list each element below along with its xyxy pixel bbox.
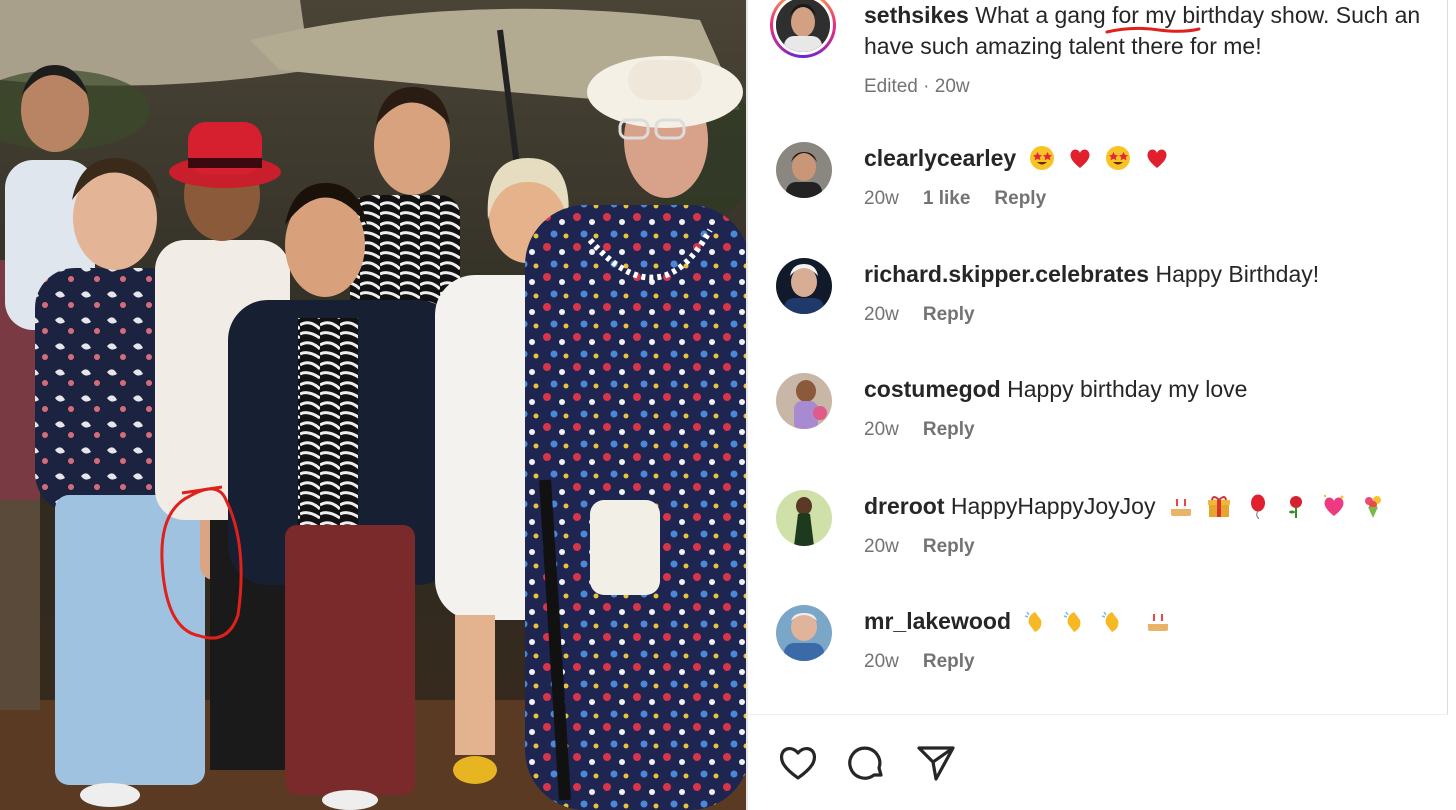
comment-username[interactable]: mr_lakewood xyxy=(864,608,1011,634)
birthday-cake-emoji xyxy=(1147,614,1168,631)
comment-item: dreroot HappyHappyJoyJoy 20w Reply xyxy=(776,490,1436,570)
comment-username[interactable]: dreroot xyxy=(864,493,945,519)
caption-time: 20w xyxy=(934,76,970,97)
comment-username[interactable]: richard.skipper.celebrates xyxy=(864,261,1149,287)
comment-time: 20w xyxy=(864,188,899,209)
sparkling-heart-emoji xyxy=(1324,494,1344,516)
commenter-avatar-image xyxy=(776,258,832,314)
party-group-photo xyxy=(0,0,746,810)
author-avatar-image xyxy=(776,0,830,52)
comment-text: Happy birthday my love xyxy=(1007,376,1248,402)
caption-author-username[interactable]: sethsikes xyxy=(864,2,969,28)
comments-panel: sethsikes What a gang for my birthday sh… xyxy=(748,0,1456,810)
reply-button[interactable]: Reply xyxy=(994,188,1046,209)
red-heart-emoji xyxy=(1147,149,1167,168)
author-avatar[interactable] xyxy=(770,0,836,58)
heart-icon xyxy=(779,747,817,780)
reply-button[interactable]: Reply xyxy=(923,651,975,672)
star-struck-emoji xyxy=(1106,146,1131,170)
clapping-hands-emoji xyxy=(1025,611,1042,632)
comment-time: 20w xyxy=(864,651,899,672)
clapping-hands-emoji xyxy=(1101,611,1119,632)
share-icon xyxy=(917,746,955,781)
like-button[interactable] xyxy=(776,741,820,785)
caption-meta: Edited · 20w xyxy=(864,76,970,97)
reply-button[interactable]: Reply xyxy=(923,536,975,557)
commenter-avatar[interactable] xyxy=(776,258,832,314)
bouquet-emoji xyxy=(1364,496,1381,518)
comment-item: mr_lakewood 20w Reply xyxy=(776,605,1436,685)
actions-divider xyxy=(748,714,1448,715)
comment-icon xyxy=(848,746,883,780)
commenter-avatar[interactable] xyxy=(776,490,832,546)
reply-button[interactable]: Reply xyxy=(923,304,975,325)
comment-username[interactable]: costumegod xyxy=(864,376,1001,402)
comment-time: 20w xyxy=(864,304,899,325)
comment-likes[interactable]: 1 like xyxy=(923,188,971,209)
rose-emoji xyxy=(1289,496,1303,518)
red-heart-emoji xyxy=(1070,149,1090,168)
commenter-avatar-image xyxy=(776,142,832,198)
comment-item: clearlycearley 20w 1 like Reply xyxy=(776,142,1436,222)
comment-text: Happy Birthday! xyxy=(1155,261,1320,287)
comment-username[interactable]: clearlycearley xyxy=(864,145,1016,171)
commenter-avatar-image xyxy=(776,490,832,546)
comment-time: 20w xyxy=(864,536,899,557)
comment-time: 20w xyxy=(864,419,899,440)
balloon-emoji xyxy=(1250,494,1265,519)
comment-item: richard.skipper.celebrates Happy Birthda… xyxy=(776,258,1436,338)
reply-button[interactable]: Reply xyxy=(923,419,975,440)
commenter-avatar[interactable] xyxy=(776,142,832,198)
edited-label: Edited xyxy=(864,76,918,97)
star-struck-emoji xyxy=(1029,146,1054,170)
commenter-avatar[interactable] xyxy=(776,605,832,661)
comment-item: costumegod Happy birthday my love 20w Rep… xyxy=(776,373,1436,453)
commenter-avatar[interactable] xyxy=(776,373,832,429)
share-button[interactable] xyxy=(914,741,958,785)
commenter-avatar-image xyxy=(776,605,832,661)
post-photo[interactable] xyxy=(0,0,746,810)
red-underline-annotation xyxy=(1105,26,1201,34)
commenter-avatar-image xyxy=(776,373,832,429)
birthday-cake-emoji xyxy=(1170,499,1191,516)
clapping-hands-emoji xyxy=(1063,611,1081,632)
comment-button[interactable] xyxy=(844,741,888,785)
comment-text: HappyHappyJoyJoy xyxy=(950,493,1156,519)
wrapped-gift-emoji xyxy=(1208,496,1231,517)
